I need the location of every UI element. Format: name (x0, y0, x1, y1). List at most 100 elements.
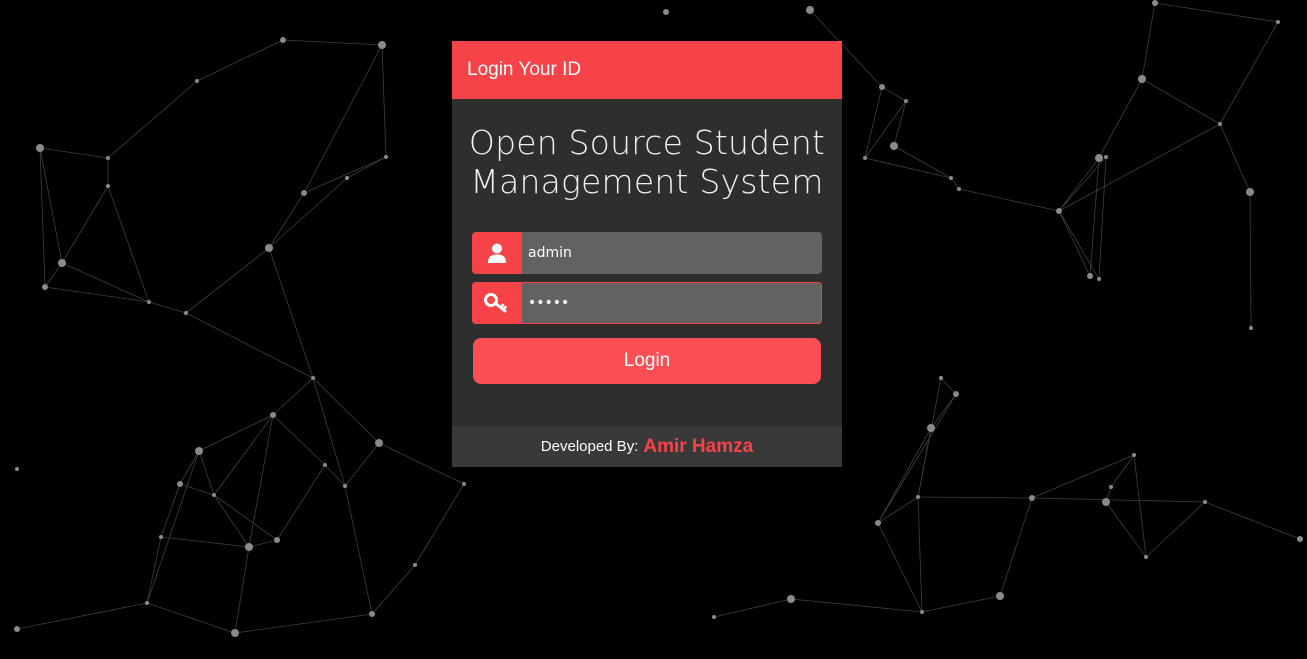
network-node (1104, 155, 1108, 159)
network-line (917, 496, 1033, 499)
network-node (1087, 273, 1093, 279)
footer-author: Amir Hamza (643, 435, 754, 457)
network-line (268, 177, 348, 249)
app-title-line-1: Open Source Student (468, 123, 826, 162)
login-button[interactable]: Login (473, 338, 821, 384)
network-node (265, 244, 273, 252)
network-node (147, 300, 151, 304)
network-node (184, 311, 188, 315)
network-line (1154, 2, 1279, 23)
network-line (248, 414, 274, 548)
network-line (1098, 78, 1143, 159)
network-node (949, 176, 953, 180)
network-node (36, 144, 44, 152)
network-node (1218, 122, 1222, 126)
network-line (196, 39, 284, 82)
network-node (1102, 498, 1110, 506)
network-line (146, 602, 236, 634)
network-node (195, 447, 203, 455)
network-line (303, 44, 383, 194)
network-node (378, 41, 386, 49)
network-node (712, 615, 716, 619)
network-node (1203, 500, 1207, 504)
network-node (1144, 555, 1148, 559)
network-node (384, 155, 388, 159)
network-line (213, 414, 274, 496)
password-input[interactable] (522, 282, 822, 324)
network-node (1056, 208, 1062, 214)
network-line (940, 377, 957, 395)
network-line (1098, 156, 1107, 280)
network-line (61, 185, 109, 264)
network-node (1132, 453, 1136, 457)
network-line (877, 427, 932, 524)
network-node (159, 535, 163, 539)
network-line (1141, 2, 1156, 80)
network-node (345, 176, 349, 180)
network-line (16, 602, 148, 630)
network-node (1138, 75, 1146, 83)
network-line (958, 188, 1060, 212)
network-line (198, 414, 274, 452)
network-node (957, 187, 961, 191)
network-node (323, 463, 327, 467)
login-header: Login Your ID (452, 41, 842, 99)
network-node (14, 626, 20, 632)
network-line (303, 156, 387, 194)
network-line (268, 192, 305, 249)
password-field (472, 282, 822, 324)
network-line (1058, 210, 1091, 277)
network-line (179, 483, 215, 496)
network-line (344, 485, 373, 615)
network-node (875, 520, 881, 526)
network-node (343, 484, 347, 488)
network-line (893, 145, 952, 179)
network-line (44, 286, 150, 303)
network-line (1089, 157, 1100, 277)
network-line (877, 522, 923, 613)
network-line (1133, 454, 1147, 558)
network-line (1058, 157, 1100, 212)
app-title: Open Source Student Management System (452, 123, 842, 201)
username-field (472, 232, 822, 274)
network-line (864, 157, 952, 179)
username-input[interactable] (522, 232, 822, 274)
network-node (904, 99, 908, 103)
network-line (921, 595, 1001, 613)
network-node (1152, 0, 1158, 6)
network-line (234, 613, 373, 634)
network-line (44, 262, 63, 288)
network-node (1097, 277, 1101, 281)
network-line (107, 185, 150, 303)
network-line (1031, 497, 1206, 503)
network-line (1105, 501, 1147, 558)
network-line (1249, 191, 1252, 329)
network-line (1058, 156, 1107, 212)
network-line (864, 86, 883, 159)
app-title-line-2: Management System (470, 162, 824, 201)
network-line (713, 598, 792, 618)
network-line (371, 564, 416, 615)
footer: Developed By: Amir Hamza (452, 426, 842, 467)
network-line (39, 147, 109, 159)
network-line (881, 86, 907, 102)
network-node (274, 537, 280, 543)
network-line (148, 301, 187, 314)
network-node (663, 9, 669, 15)
network-node (15, 467, 19, 471)
network-line (272, 377, 314, 416)
network-line (1058, 210, 1100, 280)
network-node (927, 424, 935, 432)
network-line (61, 262, 150, 303)
login-panel: Login Your ID Open Source Student Manage… (452, 41, 842, 467)
network-node (462, 482, 466, 486)
network-line (107, 80, 198, 159)
network-node (106, 184, 110, 188)
network-node (280, 37, 286, 43)
network-line (1058, 123, 1221, 212)
footer-label: Developed By: (540, 438, 639, 455)
network-node (369, 611, 375, 617)
network-node (413, 563, 417, 567)
network-node (1109, 485, 1113, 489)
network-line (282, 39, 383, 46)
